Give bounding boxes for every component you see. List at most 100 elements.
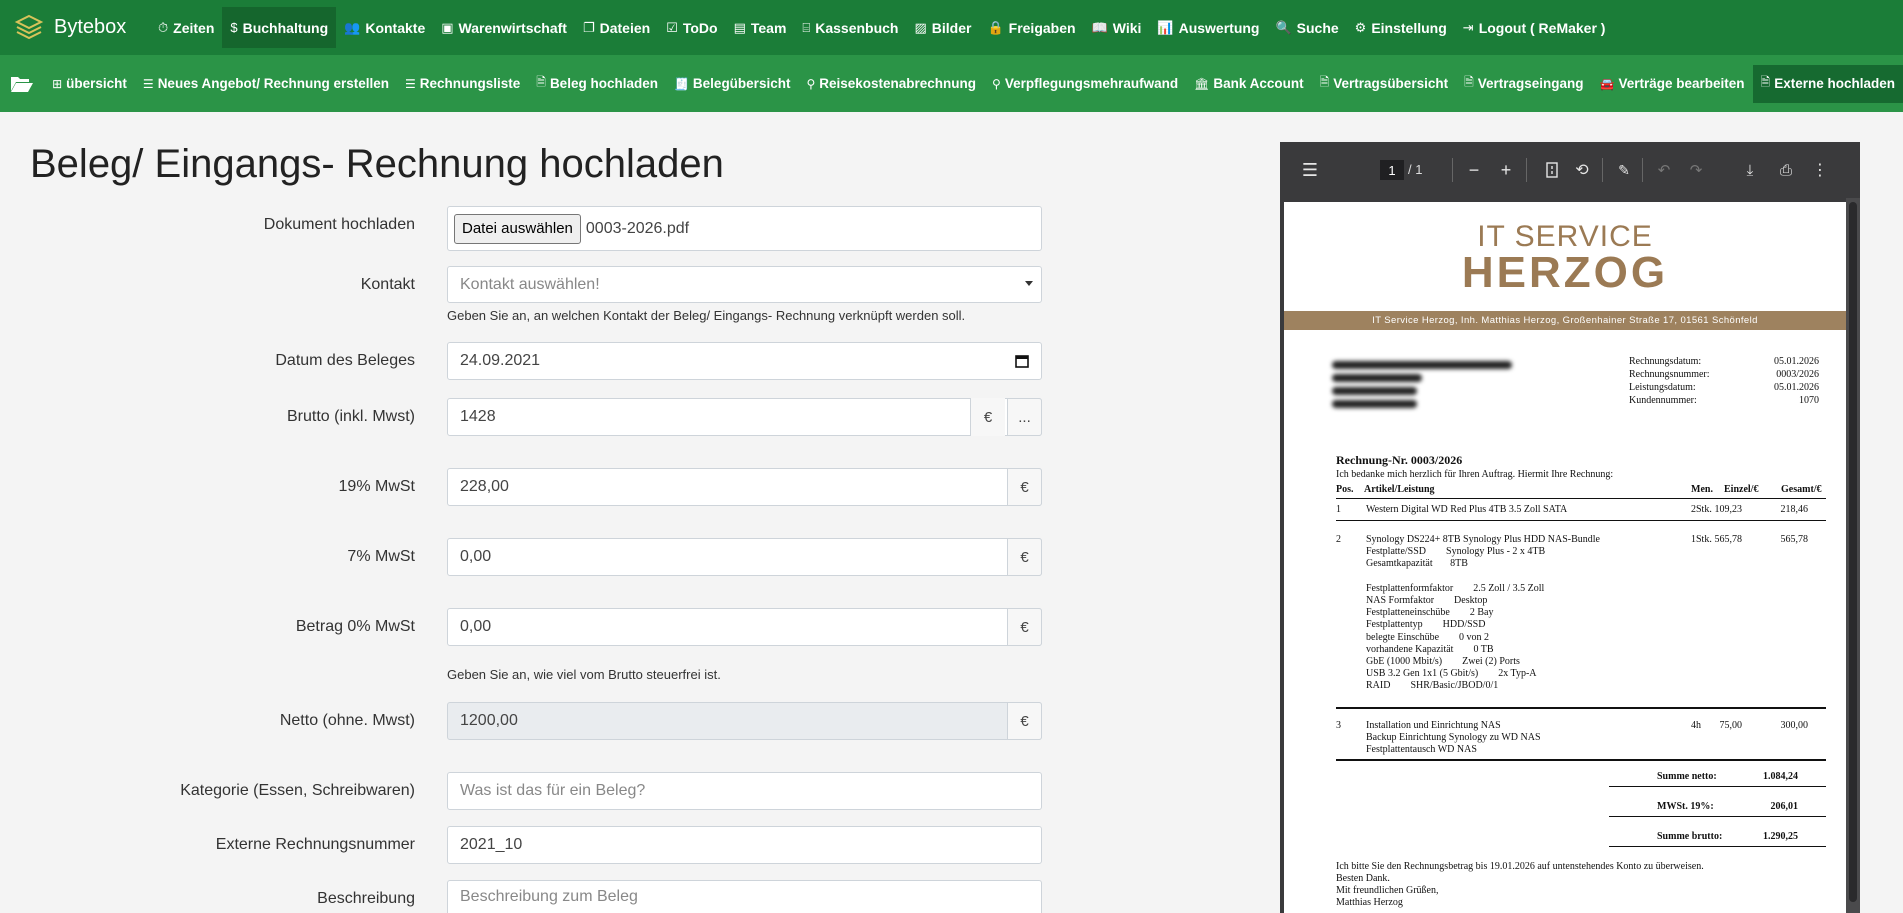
- subnav-item-reisekostenabrechnung[interactable]: ⚲ Reisekostenabrechnung: [798, 65, 984, 103]
- topnav-item-warenwirtschaft[interactable]: ▣ Warenwirtschaft: [433, 7, 575, 48]
- more-options-icon[interactable]: ⋮: [1810, 160, 1830, 180]
- subnav-item-externe[interactable]: 🗎 Externe hochladen: [1752, 64, 1903, 103]
- topnav-item-freigaben[interactable]: 🔒 Freigaben: [979, 7, 1083, 48]
- item2-line: Gesamtkapazität 8TB: [1366, 558, 1468, 570]
- category-input[interactable]: Was ist das für ein Beleg?: [447, 772, 1042, 810]
- vat7-value: 0,00: [460, 548, 492, 565]
- rotate-icon[interactable]: ⟲: [1572, 160, 1592, 180]
- topnav-item-suche[interactable]: 🔍 Suche: [1267, 7, 1346, 48]
- topnav-item-wiki[interactable]: 📖 Wiki: [1084, 7, 1150, 48]
- download-icon[interactable]: ⤓: [1740, 160, 1760, 180]
- topnav-item-team[interactable]: ▤ Team: [726, 7, 795, 48]
- date-input[interactable]: 24.09.2021: [447, 342, 1042, 380]
- subnav-item-übersicht[interactable]: ⊞ übersicht: [44, 65, 135, 103]
- item1-total: 218,46: [1780, 504, 1809, 515]
- print-icon[interactable]: ⎙: [1776, 160, 1796, 180]
- item2-total: 565,78: [1780, 534, 1809, 545]
- vat19-input[interactable]: 228,00 €: [447, 468, 1042, 506]
- description-placeholder: Beschreibung zum Beleg: [460, 888, 638, 905]
- extnum-value: 2021_10: [460, 836, 523, 853]
- id-card-icon: ▤: [733, 19, 746, 35]
- folder-toggle-button[interactable]: [0, 64, 44, 104]
- subnav-item-verpflegungsmehraufwand[interactable]: ⚲ Verpflegungsmehraufwand: [984, 65, 1186, 103]
- file-input[interactable]: Datei auswählen 0003-2026.pdf: [447, 206, 1042, 251]
- logout-icon: ⇥: [1462, 19, 1474, 35]
- brand-name: Bytebox: [54, 16, 127, 38]
- page-number-input[interactable]: 1: [1380, 160, 1404, 180]
- redacted-address: [1332, 361, 1512, 369]
- gross-more-button[interactable]: ...: [1007, 398, 1042, 436]
- pdf-scrollbar[interactable]: [1846, 198, 1860, 913]
- choose-file-button[interactable]: Datei auswählen: [454, 213, 581, 244]
- vat7-input[interactable]: 0,00 €: [447, 538, 1042, 576]
- item3-line: Installation und Einrichtung NAS: [1366, 720, 1501, 731]
- subnav-item-vertragseingang[interactable]: 🗎 Vertragseingang: [1456, 65, 1591, 103]
- topnav-item-kontakte[interactable]: 👥 Kontakte: [336, 7, 433, 48]
- page-total: / 1: [1408, 162, 1423, 177]
- footer-line: Ich bitte Sie den Rechnungsbetrag bis 19…: [1336, 861, 1704, 872]
- topnav-item-label: Zeiten: [173, 19, 215, 36]
- route-icon: ⚲: [806, 76, 816, 91]
- topnav-item-todo[interactable]: ☑ ToDo: [658, 7, 725, 48]
- topnav-item-kassenbuch[interactable]: ⌸ Kassenbuch: [794, 7, 906, 48]
- undo-icon[interactable]: ↶: [1654, 160, 1674, 180]
- search-icon: 🔍: [1275, 19, 1292, 35]
- subnav-item-beleg[interactable]: 🗎 Beleg hochladen: [528, 65, 666, 103]
- subnav-item-rechnungsliste[interactable]: ☰ Rechnungsliste: [397, 65, 528, 103]
- item2-line: NAS Formfaktor Desktop: [1366, 595, 1488, 606]
- calendar-icon[interactable]: [1015, 354, 1029, 368]
- topnav-item-auswertung[interactable]: 📊 Auswertung: [1149, 7, 1267, 48]
- net-currency: €: [1007, 702, 1042, 740]
- item2-line: belegte Einschübe 0 von 2: [1366, 631, 1490, 643]
- brand[interactable]: Bytebox: [0, 0, 150, 55]
- file-name: 0003-2026.pdf: [585, 219, 690, 237]
- zoom-in-icon[interactable]: +: [1496, 160, 1516, 180]
- extnum-input[interactable]: 2021_10: [447, 826, 1042, 864]
- sum-divider: [1609, 846, 1826, 847]
- topnav-item-buchhaltung[interactable]: $ Buchhaltung: [222, 7, 337, 48]
- fit-page-icon[interactable]: [1542, 160, 1562, 180]
- item2-line: GbE (1000 Mbit/s) Zwei (2) Ports: [1366, 656, 1520, 667]
- subnav-item-label: Bank Account: [1213, 76, 1304, 91]
- topnav-item-label: Bilder: [931, 19, 972, 36]
- gross-label: Brutto (inkl. Mwst): [286, 408, 415, 425]
- vat0-input[interactable]: 0,00 €: [447, 608, 1042, 646]
- pdf-viewer: ☰ 1 / 1 − + ⟲ ✎ ↶ ↷ ⤓ ⎙ ⋮ IT SERVICE HER…: [1280, 142, 1860, 913]
- zoom-out-icon[interactable]: −: [1464, 160, 1484, 180]
- toolbar-divider: [1602, 158, 1603, 182]
- file-upload-icon: 🗎: [536, 75, 546, 89]
- subnav-item-verträge[interactable]: 🚘 Verträge bearbeiten: [1592, 65, 1753, 103]
- draw-icon[interactable]: ✎: [1614, 160, 1634, 180]
- meta-value: 05.01.2026: [1774, 382, 1819, 393]
- subnav-item-label: Beleg hochladen: [549, 76, 658, 91]
- pdf-scroll-thumb[interactable]: [1849, 202, 1857, 902]
- table-divider: [1336, 520, 1826, 521]
- footer-line: Mit freundlichen Grüßen,: [1336, 885, 1439, 896]
- subnav-item-label: Neues Angebot/ Rechnung erstellen: [157, 76, 389, 91]
- topnav-item-einstellung[interactable]: ⚙ Einstellung: [1347, 7, 1455, 48]
- redo-icon[interactable]: ↷: [1686, 160, 1706, 180]
- topnav-item-dateien[interactable]: ❐ Dateien: [575, 7, 658, 48]
- menu-icon[interactable]: ☰: [1300, 160, 1320, 180]
- subnav-item-neues[interactable]: ☰ Neues Angebot/ Rechnung erstellen: [135, 65, 397, 103]
- sum-label: MWSt. 19%:: [1657, 801, 1714, 812]
- description-textarea[interactable]: Beschreibung zum Beleg: [447, 880, 1042, 913]
- topnav-item-bilder[interactable]: ▨ Bilder: [906, 7, 979, 48]
- subnav-item-bank[interactable]: 🏛 Bank Account: [1186, 65, 1312, 103]
- sum-divider: [1609, 816, 1826, 817]
- redacted-address: [1332, 387, 1417, 395]
- topnav-item-logout[interactable]: ⇥ Logout ( ReMaker ): [1455, 7, 1614, 48]
- item2-line: Festplattenformfaktor 2.5 Zoll / 3.5 Zol…: [1366, 582, 1545, 594]
- topnav-item-zeiten[interactable]: ⏱ Zeiten: [150, 7, 222, 48]
- topnav-item-label: Buchhaltung: [242, 19, 329, 36]
- subnav-item-vertragsübersicht[interactable]: 🗎 Vertragsübersicht: [1312, 65, 1456, 103]
- col-qty: Men.: [1691, 484, 1713, 495]
- item2-qty: 1Stk.: [1691, 534, 1712, 545]
- topnav-item-label: Freigaben: [1008, 19, 1076, 36]
- description-label: Beschreibung: [317, 890, 415, 907]
- subnav-item-belegübersicht[interactable]: 🧾 Belegübersicht: [666, 65, 798, 103]
- gross-value: 1428: [460, 408, 496, 425]
- table-divider: [1336, 759, 1826, 761]
- gross-input[interactable]: 1428 € ...: [447, 398, 1042, 436]
- contact-select[interactable]: Kontakt auswählen!: [447, 266, 1042, 303]
